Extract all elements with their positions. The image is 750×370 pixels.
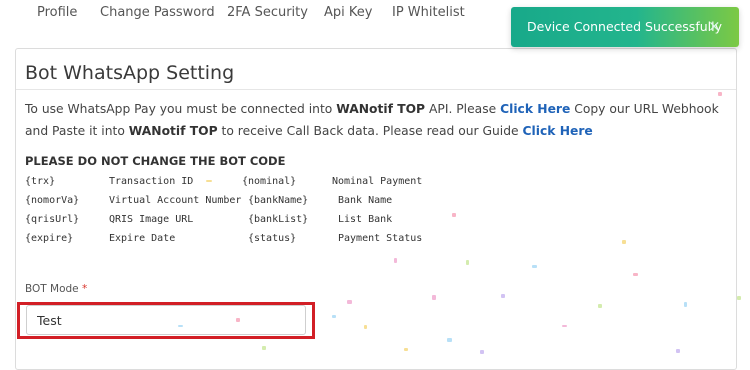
confetti-piece [404,348,408,351]
confetti-piece [347,300,352,304]
bot-mode-label-text: BOT Mode [25,283,79,295]
intro-brand-1: WANotif TOP [336,102,426,116]
confetti-piece [447,338,452,342]
toast-message: Device Connected Successfully [527,19,722,34]
code-desc: Nominal Payment [332,176,423,187]
code-key: {trx} [25,176,56,187]
card-divider [16,89,736,90]
intro-part-2: API. Please [425,102,501,116]
confetti-piece [598,304,602,308]
code-desc: Transaction ID [109,176,194,187]
code-desc: Bank Name [338,195,393,206]
confetti-piece [501,294,505,298]
confetti-piece [206,180,212,182]
intro-text: To use WhatsApp Pay you must be connecte… [25,98,737,142]
bot-whatsapp-card: Bot WhatsApp Setting To use WhatsApp Pay… [15,48,737,370]
confetti-piece [178,325,183,327]
code-key: {expire} [25,233,74,244]
code-key: {qrisUrl} [25,214,80,225]
confetti-piece [633,273,638,276]
tab-ip-whitelist[interactable]: IP Whitelist [392,5,465,20]
bot-mode-label: BOT Mode * [25,283,87,295]
intro-part-4: to receive Call Back data. Please read o… [217,124,523,138]
confetti-piece [466,260,469,265]
click-here-link-2[interactable]: Click Here [523,124,593,138]
confetti-piece [718,92,722,96]
confetti-piece [452,213,456,217]
code-key: {nomorVa} [25,195,80,206]
confetti-piece [737,296,741,300]
required-marker: * [82,283,88,295]
confetti-piece [236,318,240,322]
tab-profile[interactable]: Profile [37,5,77,20]
confetti-piece [332,315,336,318]
code-key: {nominal} [242,176,297,187]
confetti-piece [364,325,367,329]
code-key: {status} [248,233,297,244]
confetti-piece [262,346,266,350]
confetti-piece [394,258,397,263]
bot-mode-input[interactable] [26,305,306,335]
confetti-piece [532,265,537,268]
code-desc: Expire Date [109,233,176,244]
confetti-piece [480,350,484,354]
bot-code-warning: PLEASE DO NOT CHANGE THE BOT CODE [25,154,286,168]
tab-2fa-security[interactable]: 2FA Security [227,5,308,20]
click-here-link-1[interactable]: Click Here [500,102,570,116]
code-key: {bankName} [248,195,309,206]
confetti-piece [684,302,687,307]
code-desc: Virtual Account Number [109,195,242,206]
close-icon[interactable]: × [708,17,721,35]
tab-change-password[interactable]: Change Password [100,5,215,20]
code-desc: Payment Status [338,233,423,244]
intro-brand-2: WANotif TOP [128,124,218,138]
confetti-piece [622,240,626,244]
confetti-piece [562,325,567,327]
code-key: {bankList} [248,214,309,225]
confetti-piece [676,349,680,353]
confetti-piece [432,295,436,300]
intro-part-1: To use WhatsApp Pay you must be connecte… [25,102,337,116]
code-desc: List Bank [338,214,393,225]
success-toast: Device Connected Successfully × [511,7,739,47]
card-title: Bot WhatsApp Setting [25,62,235,84]
code-desc: QRIS Image URL [109,214,194,225]
tab-api-key[interactable]: Api Key [324,5,372,20]
